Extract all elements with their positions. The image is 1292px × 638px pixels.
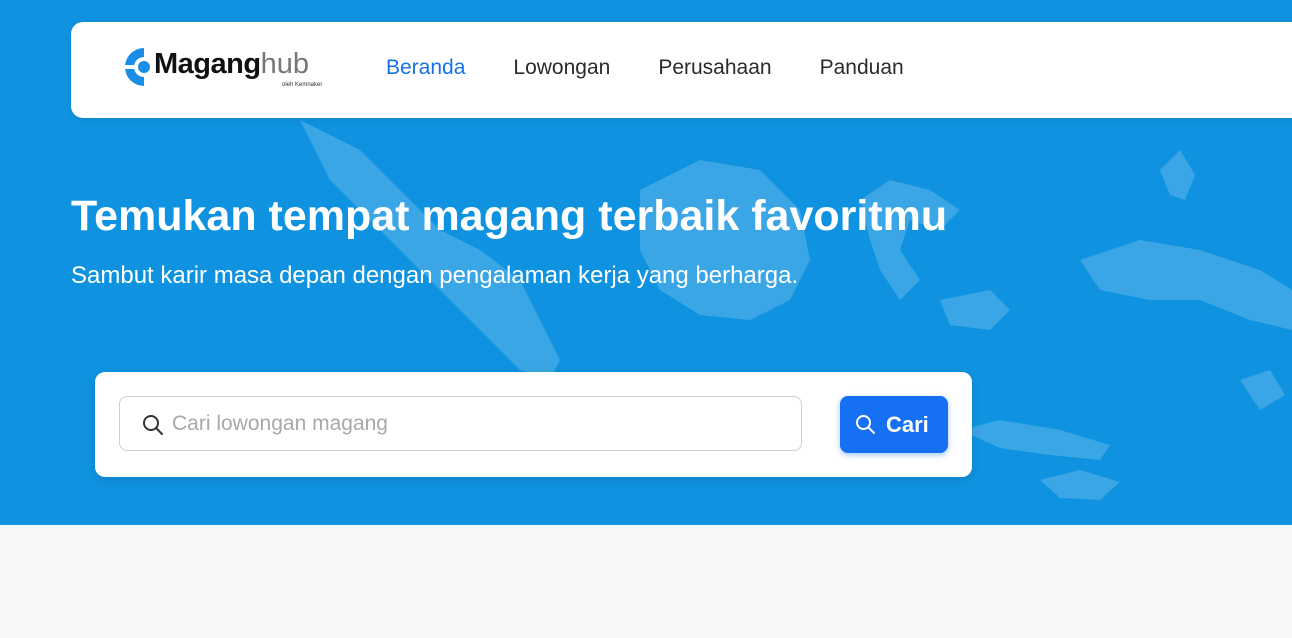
search-icon bbox=[143, 415, 163, 435]
logo-name: Magang bbox=[154, 48, 261, 80]
hero-subtitle: Sambut karir masa depan dengan pengalama… bbox=[71, 262, 799, 289]
magangkub-logo[interactable]: Maganghub oleh Kemnaker bbox=[122, 44, 332, 92]
nav-item-perusahaan[interactable]: Perusahaan bbox=[658, 56, 771, 80]
nav-item-beranda[interactable]: Beranda bbox=[386, 56, 465, 80]
search-box[interactable] bbox=[119, 396, 802, 451]
top-navbar: Maganghub oleh Kemnaker Beranda Lowongan… bbox=[71, 22, 1292, 118]
logo-tagline: oleh Kemnaker bbox=[282, 82, 323, 88]
search-button-label: Cari bbox=[886, 412, 929, 437]
search-button[interactable]: Cari bbox=[840, 396, 948, 453]
hero-title: Temukan tempat magang terbaik favoritmu bbox=[71, 192, 948, 240]
logo-wordmark: Maganghub bbox=[154, 48, 309, 81]
search-input[interactable] bbox=[172, 397, 792, 450]
search-card: Cari bbox=[95, 372, 972, 477]
search-button-icon bbox=[856, 415, 875, 434]
logo-suffix: hub bbox=[260, 48, 309, 80]
nav-item-lowongan[interactable]: Lowongan bbox=[513, 56, 610, 80]
nav-item-panduan[interactable]: Panduan bbox=[820, 56, 904, 80]
nav-menu: Beranda Lowongan Perusahaan Panduan bbox=[386, 56, 904, 80]
